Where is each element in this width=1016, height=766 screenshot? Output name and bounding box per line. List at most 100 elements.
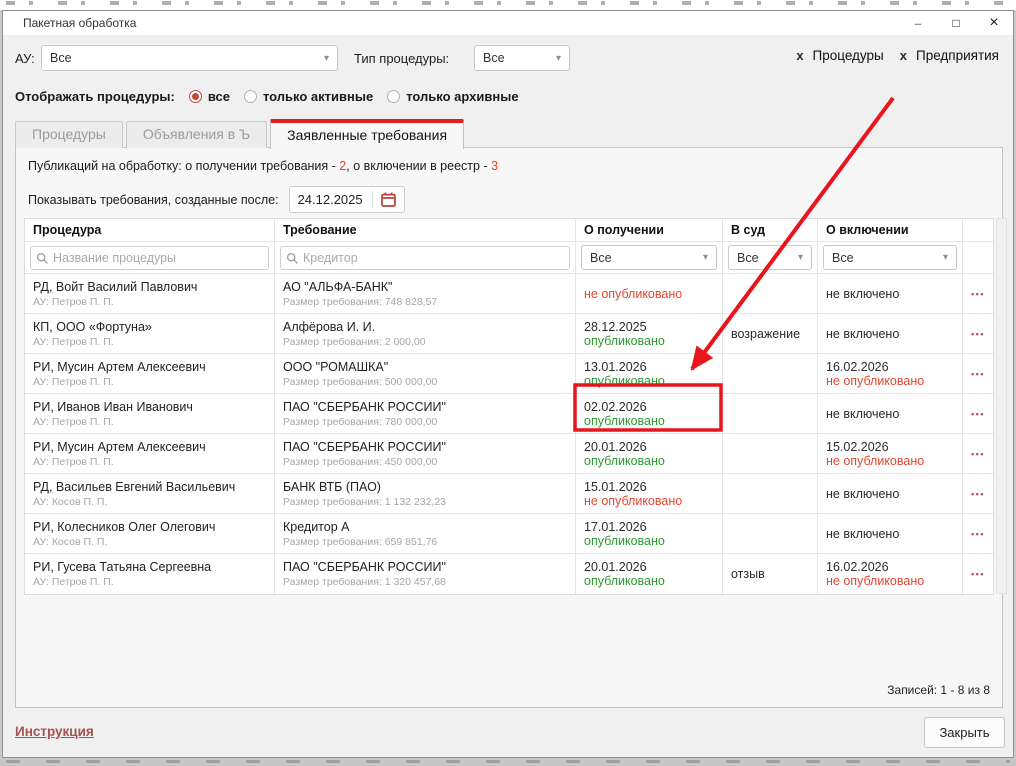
received-cell: 02.02.2026опубликовано bbox=[576, 394, 723, 434]
radio-option-1[interactable]: только активные bbox=[244, 89, 373, 104]
tab-0[interactable]: Процедуры bbox=[15, 121, 123, 148]
tab-2[interactable]: Заявленные требования bbox=[270, 119, 464, 149]
inclusion-cell: 15.02.2026не опубликовано bbox=[818, 434, 963, 474]
claim-cell: ПАО "СБЕРБАНК РОССИИ" Размер требования:… bbox=[275, 554, 576, 594]
actions-cell: ••• bbox=[963, 554, 993, 594]
court-cell: возражение bbox=[723, 314, 818, 354]
court-filter-select[interactable]: Все ▾ bbox=[728, 245, 812, 270]
status-date: 15.01.2026 bbox=[584, 480, 714, 494]
row-actions-button[interactable]: ••• bbox=[971, 529, 985, 539]
table-row: РИ, Гусева Татьяна Сергеевна АУ: Петров … bbox=[25, 554, 993, 594]
x-icon: x bbox=[900, 48, 907, 63]
procedure-type-label: Тип процедуры: bbox=[354, 51, 449, 66]
maximize-icon[interactable]: □ bbox=[937, 11, 975, 35]
row-actions-button[interactable]: ••• bbox=[971, 449, 985, 459]
row-actions-button[interactable]: ••• bbox=[971, 489, 985, 499]
inclusion-cell: 16.02.2026не опубликовано bbox=[818, 354, 963, 394]
procedure-cell: РИ, Мусин Артем Алексеевич АУ: Петров П.… bbox=[25, 434, 275, 474]
row-actions-button[interactable]: ••• bbox=[971, 369, 985, 379]
status-text: не опубликовано bbox=[584, 494, 714, 508]
summary-text: , о включении в реестр - bbox=[346, 159, 491, 173]
radio-option-0[interactable]: все bbox=[189, 89, 230, 104]
status-date: 20.01.2026 bbox=[584, 560, 714, 574]
status-text: опубликовано bbox=[584, 574, 714, 588]
received-cell: 17.01.2026опубликовано bbox=[576, 514, 723, 554]
row-actions-button[interactable]: ••• bbox=[971, 569, 985, 579]
claim-cell: Алфёрова И. И. Размер требования: 2 000,… bbox=[275, 314, 576, 354]
table-row: РД, Васильев Евгений Васильевич АУ: Косо… bbox=[25, 474, 993, 514]
creditor-name: АО "АЛЬФА-БАНК" bbox=[283, 280, 567, 294]
court-cell bbox=[723, 474, 818, 514]
clear-enterprises-button[interactable]: x Предприятия bbox=[900, 48, 999, 63]
date-input[interactable]: 24.12.2025 bbox=[289, 186, 405, 213]
table-row: РД, Войт Василий Павлович АУ: Петров П. … bbox=[25, 274, 993, 314]
background-window-sliver-bottom bbox=[0, 758, 1016, 766]
court-cell: отзыв bbox=[723, 554, 818, 594]
claim-cell: БАНК ВТБ (ПАО) Размер требования: 1 132 … bbox=[275, 474, 576, 514]
creditor-name: БАНК ВТБ (ПАО) bbox=[283, 480, 567, 494]
procedure-type-select[interactable]: Все ▾ bbox=[474, 45, 570, 71]
close-icon[interactable]: × bbox=[975, 11, 1013, 35]
inclusion-cell: не включено bbox=[818, 274, 963, 314]
status-text: не включено bbox=[826, 407, 954, 421]
received-cell: 15.01.2026не опубликовано bbox=[576, 474, 723, 514]
window-controls: – □ × bbox=[899, 11, 1013, 35]
court-cell bbox=[723, 434, 818, 474]
publications-summary: Публикаций на обработку: о получении тре… bbox=[28, 159, 498, 173]
table-scrollbar[interactable] bbox=[996, 218, 1007, 594]
procedure-manager: АУ: Косов П. П. bbox=[33, 536, 266, 548]
chevron-down-icon: ▾ bbox=[798, 252, 803, 263]
received-filter-select[interactable]: Все ▾ bbox=[581, 245, 717, 270]
row-actions-button[interactable]: ••• bbox=[971, 289, 985, 299]
top-filter-row: АУ: Все ▾ Тип процедуры: Все ▾ x Процеду… bbox=[3, 45, 1013, 73]
tab-1[interactable]: Объявления в Ъ bbox=[126, 121, 267, 148]
inclusion-cell: не включено bbox=[818, 514, 963, 554]
au-select-value: Все bbox=[50, 51, 72, 65]
search-icon bbox=[36, 252, 49, 265]
table-row: РИ, Мусин Артем Алексеевич АУ: Петров П.… bbox=[25, 354, 993, 394]
radio-icon bbox=[387, 90, 400, 103]
claim-amount: Размер требования: 450 000,00 bbox=[283, 456, 567, 468]
actions-cell: ••• bbox=[963, 434, 993, 474]
inclusion-filter-select[interactable]: Все ▾ bbox=[823, 245, 957, 270]
creditor-search-input[interactable] bbox=[280, 246, 570, 270]
search-icon bbox=[286, 252, 299, 265]
status-text: не опубликовано bbox=[826, 574, 954, 588]
actions-cell: ••• bbox=[963, 474, 993, 514]
column-header-procedure: Процедура bbox=[25, 219, 275, 242]
au-select[interactable]: Все ▾ bbox=[41, 45, 338, 71]
procedure-manager: АУ: Петров П. П. bbox=[33, 576, 266, 588]
instruction-link[interactable]: Инструкция bbox=[15, 724, 94, 739]
close-button[interactable]: Закрыть bbox=[924, 717, 1005, 748]
chevron-down-icon: ▾ bbox=[556, 53, 561, 64]
tab-bar: Процедуры Объявления в Ъ Заявленные треб… bbox=[15, 118, 467, 148]
radio-option-2[interactable]: только архивные bbox=[387, 89, 518, 104]
procedure-search-input[interactable] bbox=[30, 246, 269, 270]
procedure-manager: АУ: Косов П. П. bbox=[33, 496, 266, 508]
status-date: 28.12.2025 bbox=[584, 320, 714, 334]
procedure-manager: АУ: Петров П. П. bbox=[33, 336, 266, 348]
received-filter-value: Все bbox=[590, 251, 612, 265]
received-cell: 13.01.2026опубликовано bbox=[576, 354, 723, 394]
batch-processing-window: Пакетная обработка – □ × АУ: Все ▾ Тип п… bbox=[2, 10, 1014, 758]
procedure-name: РИ, Колесников Олег Олегович bbox=[33, 520, 266, 534]
procedure-name: КП, ООО «Фортуна» bbox=[33, 320, 266, 334]
date-filter-row: Показывать требования, созданные после: … bbox=[28, 186, 405, 213]
clear-procedures-button[interactable]: x Процедуры bbox=[796, 48, 883, 63]
status-text: не включено bbox=[826, 287, 954, 301]
column-header-inclusion: О включении bbox=[818, 219, 963, 242]
row-actions-button[interactable]: ••• bbox=[971, 329, 985, 339]
procedure-manager: АУ: Петров П. П. bbox=[33, 296, 266, 308]
status-date: 15.02.2026 bbox=[826, 440, 954, 454]
procedure-type-select-value: Все bbox=[483, 51, 505, 65]
column-header-court: В суд bbox=[723, 219, 818, 242]
inclusion-filter-value: Все bbox=[832, 251, 854, 265]
calendar-icon[interactable] bbox=[373, 192, 396, 207]
minimize-icon[interactable]: – bbox=[899, 11, 937, 35]
date-value: 24.12.2025 bbox=[298, 192, 372, 207]
status-text: не опубликовано bbox=[584, 287, 714, 301]
row-actions-button[interactable]: ••• bbox=[971, 409, 985, 419]
table-filter-row: Все ▾ Все ▾ Все ▾ bbox=[25, 242, 993, 274]
court-text: возражение bbox=[731, 327, 809, 341]
procedure-cell: РИ, Гусева Татьяна Сергеевна АУ: Петров … bbox=[25, 554, 275, 594]
